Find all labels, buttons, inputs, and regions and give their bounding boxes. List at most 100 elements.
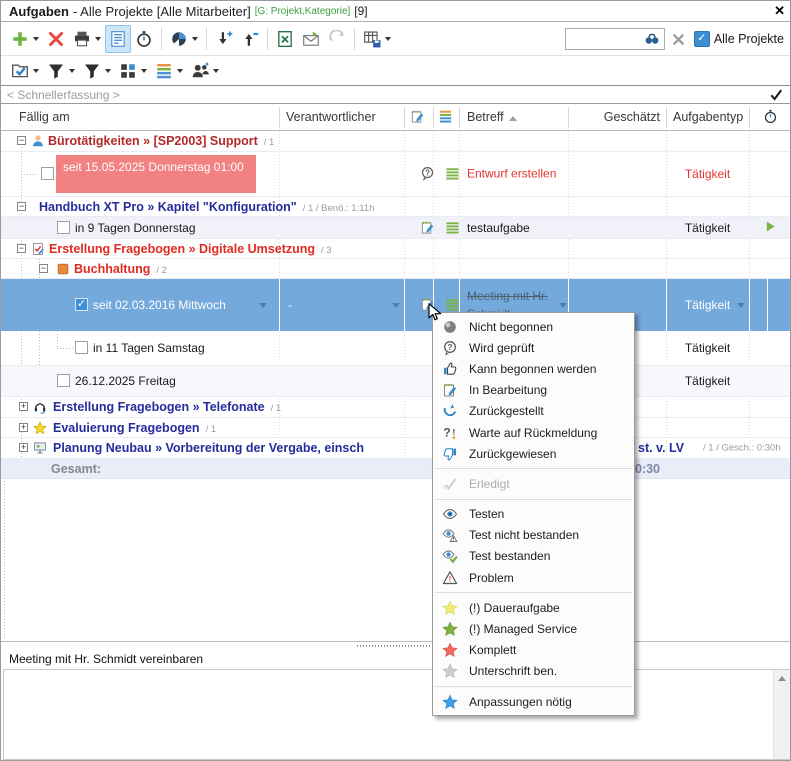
- dropdown-caret-icon[interactable]: [737, 303, 745, 308]
- task-type[interactable]: Tätigkeit: [666, 341, 749, 355]
- chevron-down-icon[interactable]: [105, 69, 111, 73]
- group-row-telefonate[interactable]: Erstellung Fragebogen » Telefonate/ 1: [1, 397, 791, 418]
- due-date[interactable]: in 11 Tagen Samstag: [93, 341, 205, 355]
- dropdown-caret-icon[interactable]: [559, 303, 567, 308]
- column-estimated[interactable]: Geschätzt: [568, 110, 660, 124]
- export-excel-button[interactable]: [272, 25, 298, 53]
- menu-item-zurueckgestellt[interactable]: Zurückgestellt: [433, 401, 634, 422]
- task-type[interactable]: Tätigkeit: [666, 167, 749, 181]
- due-date[interactable]: in 9 Tagen Donnerstag: [75, 221, 196, 235]
- clear-search-icon[interactable]: [671, 32, 686, 47]
- chart-button[interactable]: [166, 25, 202, 53]
- priority-icon[interactable]: [445, 220, 460, 235]
- time-tracking-button[interactable]: [131, 25, 157, 53]
- refresh-button[interactable]: [324, 25, 350, 53]
- priority-icon[interactable]: [445, 166, 460, 181]
- note-column-icon[interactable]: [410, 109, 425, 124]
- task-checkbox-checked[interactable]: ✓: [75, 298, 88, 311]
- search-input[interactable]: [570, 31, 644, 47]
- collapse-all-button[interactable]: [237, 25, 263, 53]
- collapse-expander-icon[interactable]: [17, 136, 26, 145]
- chevron-down-icon[interactable]: [385, 37, 391, 41]
- group-row-planung-neubau[interactable]: Planung Neubau » Vorbereitung der Vergab…: [1, 438, 791, 459]
- chevron-down-icon[interactable]: [33, 69, 39, 73]
- menu-item-test-bestanden[interactable]: Test bestanden: [433, 546, 634, 567]
- task-checkbox[interactable]: [41, 167, 54, 180]
- chevron-down-icon[interactable]: [69, 69, 75, 73]
- quick-entry-input[interactable]: < Schnellerfassung >: [7, 88, 769, 102]
- menu-item-wird-geprueft[interactable]: ?Wird geprüft: [433, 337, 634, 358]
- column-type[interactable]: Aufgabentyp: [673, 110, 743, 124]
- confirm-check-icon[interactable]: [769, 87, 784, 102]
- task-row-in11tagen[interactable]: in 11 Tagen Samstag Tätigkeit: [1, 331, 791, 366]
- task-type[interactable]: Tätigkeit: [666, 374, 749, 388]
- chevron-down-icon[interactable]: [33, 37, 39, 41]
- note-editor[interactable]: [4, 670, 789, 759]
- task-row-entwurf[interactable]: seit 15.05.2025 Donnerstag 01:00 ? Entwu…: [1, 152, 791, 197]
- task-row-26122025[interactable]: 26.12.2025 Freitag Tätigkeit: [1, 366, 791, 397]
- task-subject[interactable]: testaufgabe: [467, 221, 530, 235]
- collapse-expander-icon[interactable]: [17, 202, 26, 211]
- priority-icon[interactable]: [445, 297, 460, 312]
- task-subject[interactable]: Entwurf erstellen: [467, 165, 559, 184]
- filter-button-2[interactable]: [79, 57, 115, 85]
- task-checkbox[interactable]: [57, 221, 70, 234]
- project-selection-button[interactable]: [7, 57, 43, 85]
- expand-expander-icon[interactable]: [19, 402, 28, 411]
- resource-filter-button[interactable]: [187, 57, 223, 85]
- priority-column-icon[interactable]: [438, 109, 453, 124]
- scroll-up-button[interactable]: [774, 670, 790, 686]
- chevron-down-icon[interactable]: [177, 69, 183, 73]
- menu-item-warte-auf-rueckmeldung[interactable]: ?!Warte auf Rückmeldung: [433, 422, 634, 443]
- status-filter-button[interactable]: [115, 57, 151, 85]
- group-row-buerotaetigkeiten[interactable]: Bürotätigkeiten » [SP2003] Support/ 1: [1, 131, 791, 152]
- table-layout-button[interactable]: [359, 25, 395, 53]
- delete-task-button[interactable]: [43, 25, 69, 53]
- due-date[interactable]: seit 02.03.2016 Mittwoch: [93, 298, 226, 312]
- column-subject[interactable]: Betreff: [467, 110, 517, 124]
- group-row-handbuch[interactable]: Handbuch XT Pro » Kapitel "Konfiguration…: [1, 197, 791, 217]
- column-responsible[interactable]: Verantwortlicher: [286, 110, 376, 124]
- status-review-icon[interactable]: ?: [420, 166, 435, 181]
- menu-item-test-nicht-bestanden[interactable]: !Test nicht bestanden: [433, 525, 634, 546]
- collapse-expander-icon[interactable]: [17, 244, 26, 253]
- expand-all-button[interactable]: [211, 25, 237, 53]
- due-date-overdue[interactable]: seit 15.05.2025 Donnerstag 01:00: [56, 155, 256, 193]
- menu-item-unterschrift-ben[interactable]: Unterschrift ben.: [433, 661, 634, 682]
- chevron-down-icon[interactable]: [95, 37, 101, 41]
- dropdown-caret-icon[interactable]: [392, 303, 400, 308]
- task-type[interactable]: Tätigkeit: [666, 221, 749, 235]
- column-due[interactable]: Fällig am: [19, 110, 70, 124]
- send-mail-button[interactable]: [298, 25, 324, 53]
- menu-item-problem[interactable]: !Problem: [433, 567, 634, 588]
- due-date[interactable]: 26.12.2025 Freitag: [75, 374, 176, 388]
- report-view-button[interactable]: [105, 25, 131, 53]
- detail-scrollbar[interactable]: [773, 670, 790, 759]
- binoculars-icon[interactable]: [644, 31, 660, 47]
- print-button[interactable]: [69, 25, 105, 53]
- menu-item-komplett[interactable]: Komplett: [433, 640, 634, 661]
- filter-button-1[interactable]: [43, 57, 79, 85]
- menu-item-daueraufgabe[interactable]: (!) Daueraufgabe: [433, 597, 634, 618]
- chevron-down-icon[interactable]: [192, 37, 198, 41]
- expand-expander-icon[interactable]: [19, 443, 28, 452]
- menu-item-in-bearbeitung[interactable]: In Bearbeitung: [433, 380, 634, 401]
- group-row-digitale-umsetzung[interactable]: Erstellung Fragebogen » Digitale Umsetzu…: [1, 239, 791, 259]
- chevron-down-icon[interactable]: [213, 69, 219, 73]
- group-row-evaluierung[interactable]: Evaluierung Fragebogen/ 1: [1, 418, 791, 438]
- group-row-buchhaltung[interactable]: Buchhaltung/ 2: [1, 259, 791, 279]
- close-button[interactable]: ✕: [774, 3, 785, 19]
- task-checkbox[interactable]: [75, 341, 88, 354]
- new-task-button[interactable]: [7, 25, 43, 53]
- menu-item-zurueckgewiesen[interactable]: Zurückgewiesen: [433, 443, 634, 464]
- collapse-expander-icon[interactable]: [39, 264, 48, 273]
- status-in-progress-icon[interactable]: [420, 220, 435, 235]
- menu-item-managed-service[interactable]: (!) Managed Service: [433, 618, 634, 639]
- menu-item-testen[interactable]: Testen: [433, 504, 634, 525]
- start-timer-play-icon[interactable]: [764, 220, 777, 233]
- chevron-down-icon[interactable]: [141, 69, 147, 73]
- dropdown-caret-icon[interactable]: [259, 303, 267, 308]
- menu-item-kann-begonnen-werden[interactable]: Kann begonnen werden: [433, 358, 634, 379]
- expand-expander-icon[interactable]: [19, 423, 28, 432]
- splitter-handle[interactable]: [357, 645, 437, 647]
